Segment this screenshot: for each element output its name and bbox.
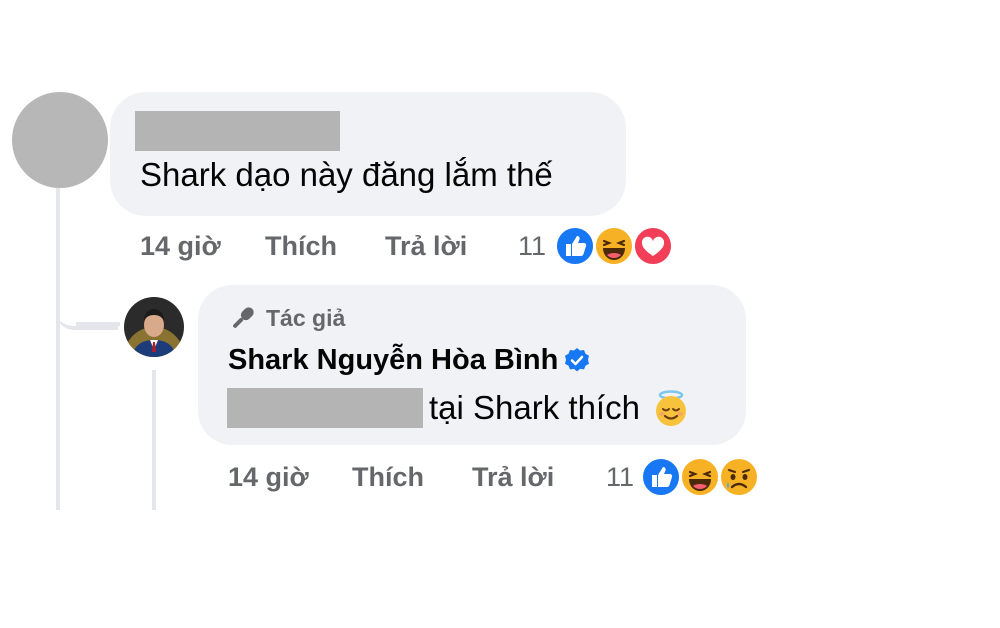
redacted-author-name [135, 111, 340, 151]
redacted-mention [227, 388, 423, 428]
microphone-icon [233, 307, 254, 328]
reply-reply-button[interactable]: Trả lời [472, 461, 554, 493]
author-badge-label: Tác giả [266, 305, 346, 331]
author-photo [124, 297, 184, 357]
comment-text: Shark dạo này đăng lắm thế [140, 156, 553, 193]
like-icon[interactable] [555, 226, 595, 266]
reply-like-button[interactable]: Thích [352, 461, 424, 493]
haha-icon[interactable] [680, 457, 720, 497]
love-icon[interactable] [633, 226, 673, 266]
thread-connector-horizontal [76, 322, 120, 326]
sad-icon[interactable] [719, 457, 759, 497]
verified-badge-icon [565, 348, 590, 372]
halo-smile-emoji [655, 390, 686, 426]
commenter-avatar[interactable] [12, 92, 108, 188]
haha-icon[interactable] [594, 226, 634, 266]
reply-author-name[interactable]: Shark Nguyễn Hòa Bình [228, 342, 558, 378]
like-icon[interactable] [641, 457, 681, 497]
author-avatar[interactable] [124, 297, 184, 357]
reply-reaction-count[interactable]: 11 [606, 461, 634, 493]
author-badge: Tác giả [228, 303, 345, 333]
reply-text-row: tại Shark thích [429, 388, 690, 428]
thread-connector [56, 270, 118, 330]
thread-line-reply [152, 370, 156, 510]
comment-reply-button[interactable]: Trả lời [385, 230, 467, 262]
reply-text: tại Shark thích [429, 389, 640, 426]
reply-author[interactable]: Shark Nguyễn Hòa Bình [228, 342, 590, 378]
thread-line-main [56, 188, 60, 510]
comment-like-button[interactable]: Thích [265, 230, 337, 262]
comment-reaction-count[interactable]: 11 [518, 230, 546, 262]
comment-time[interactable]: 14 giờ [140, 230, 221, 262]
reply-time[interactable]: 14 giờ [228, 461, 309, 493]
